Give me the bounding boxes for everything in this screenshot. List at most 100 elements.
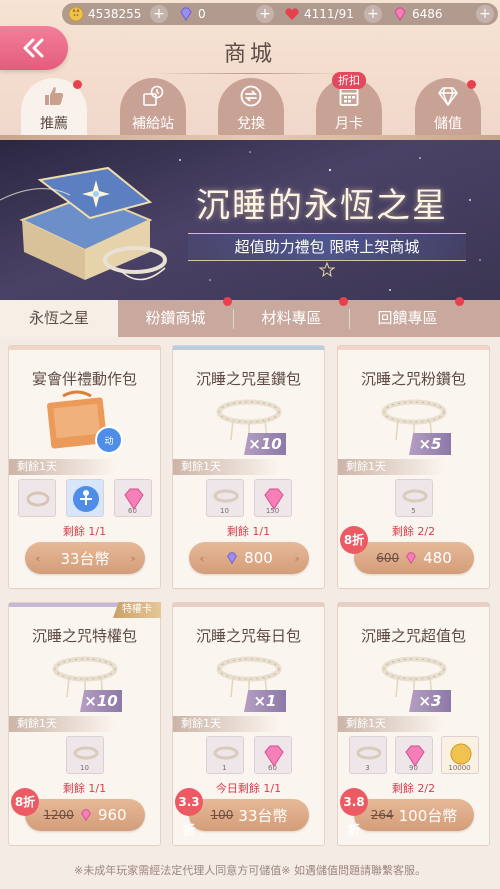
product-name: 沉睡之咒超值包 — [360, 627, 466, 645]
chevron-right-icon: ›› — [130, 552, 136, 565]
price: 33台幣 — [60, 549, 110, 568]
reward-item[interactable]: 5 — [394, 479, 433, 517]
reward-item[interactable] — [65, 479, 104, 517]
shop-header: 4538255 + 0 + 4111/91 + 6486 + 商城 推薦 補給站… — [0, 0, 500, 140]
quantity-label: ×10 — [244, 433, 286, 455]
item-count: 10 — [80, 764, 89, 772]
item-count: 10000 — [448, 764, 471, 772]
product-card-star-diamond-pack[interactable]: 沉睡之咒星鑽包 ×10 剩餘1天 10 150 剩餘 1/1 ‹‹ 800 ›› — [172, 345, 325, 589]
subtab-pink-diamond-shop[interactable]: 粉鑽商城 — [118, 300, 233, 337]
coin-balance: 4538255 — [68, 3, 141, 25]
reward-items: 5 — [338, 479, 489, 517]
purchase-limit: 剩餘 1/1 — [62, 525, 107, 538]
tab-supply-station[interactable]: 補給站 — [120, 78, 186, 136]
time-left-label: 剩餘1天 — [173, 716, 279, 732]
reward-item[interactable]: 3 — [348, 736, 387, 774]
pink-shop-notification-dot — [223, 297, 232, 306]
currency-bar: 4538255 + 0 + 4111/91 + 6486 + — [62, 3, 498, 25]
page-title: 商城 — [223, 42, 276, 67]
add-pink-diamond-button[interactable]: + — [476, 5, 494, 23]
add-hearts-button[interactable]: + — [364, 5, 382, 23]
reward-item[interactable]: 10 — [65, 736, 104, 774]
card-top-accent — [9, 346, 160, 350]
add-blue-diamond-button[interactable]: + — [256, 5, 274, 23]
buy-button[interactable]: 264 100台幣 — [354, 799, 474, 831]
reward-item[interactable]: 10000 — [440, 736, 479, 774]
product-name: 沉睡之咒粉鑽包 — [360, 370, 466, 388]
buy-button[interactable]: ‹‹ 33台幣 ›› — [25, 542, 145, 574]
subtab-rewards[interactable]: 回饋專區 — [350, 300, 465, 337]
monthly-card-discount-tag: 折扣 — [332, 72, 366, 89]
tab-supply-station-label: 補給站 — [132, 116, 174, 132]
subtab-eternal-star[interactable]: 永恆之星 — [0, 300, 118, 337]
pink-diamond-icon — [394, 7, 406, 21]
product-name: 沉睡之咒星鑽包 — [195, 370, 301, 388]
product-card-banquet-action-pack[interactable]: 宴會伴禮動作包 动 剩餘1天 60 剩餘 1/1 ‹‹ 33台幣 ›› — [8, 345, 161, 589]
time-left-label: 剩餘1天 — [338, 716, 444, 732]
buy-button[interactable]: 100 33台幣 — [189, 799, 309, 831]
subtab-materials[interactable]: 材料專區 — [234, 300, 349, 337]
purchase-limit: 剩餘 1/1 — [226, 525, 271, 538]
reward-item[interactable]: 60 — [253, 736, 292, 774]
card-top-accent — [338, 603, 489, 607]
product-name: 宴會伴禮動作包 — [31, 370, 137, 388]
reward-item[interactable] — [17, 479, 56, 517]
product-card-daily-pack[interactable]: 沉睡之咒每日包 ×1 剩餘1天 1 60 今日剩餘 1/1 100 33台幣 3… — [172, 602, 325, 846]
buy-button[interactable]: 600 480 — [354, 542, 474, 574]
reward-item[interactable]: 60 — [113, 479, 152, 517]
product-name: 沉睡之咒特權包 — [31, 627, 137, 645]
item-count: 5 — [411, 507, 416, 515]
coin-amount: 4538255 — [88, 7, 142, 21]
gift-box-illustration — [19, 166, 167, 281]
chevron-left-icon: ‹‹ — [199, 552, 205, 565]
original-price: 1200 — [43, 808, 74, 822]
banner-subtitle: 超值助力禮包 限時上架商城 — [188, 233, 466, 261]
svg-text:动: 动 — [104, 436, 113, 447]
category-tabs: 永恆之星 粉鑽商城 材料專區 回饋專區 — [0, 297, 500, 337]
product-card-pink-diamond-pack[interactable]: 沉睡之咒粉鑽包 ×5 剩餘1天 5 剩餘 2/2 600 480 8折 — [337, 345, 490, 589]
bracelet-icon — [26, 491, 49, 507]
card-top-accent — [173, 603, 324, 607]
event-banner[interactable]: 沉睡的永恆之星 超值助力禮包 限時上架商城 — [0, 140, 500, 300]
reward-item[interactable]: 10 — [205, 479, 244, 517]
original-price: 600 — [376, 551, 400, 565]
chevron-right-icon: ›› — [294, 552, 300, 565]
time-left-label: 剩餘1天 — [173, 459, 279, 475]
quantity-label: ×3 — [409, 690, 451, 712]
tab-top-up-label: 儲值 — [434, 116, 462, 132]
exchange-icon — [240, 85, 262, 107]
reward-item[interactable]: 1 — [205, 736, 244, 774]
materials-notification-dot — [339, 297, 348, 306]
chevron-left-icon: ‹‹ — [35, 552, 41, 565]
discount-badge: 3.3折 — [175, 788, 203, 837]
product-card-privilege-pack[interactable]: 特權卡 沉睡之咒特權包 ×10 剩餘1天 10 剩餘 1/1 1200 960 … — [8, 602, 161, 846]
tab-exchange-label: 兌換 — [237, 116, 265, 132]
thumbs-up-icon — [45, 87, 64, 105]
item-count: 10 — [220, 507, 229, 515]
clock-package-icon — [143, 85, 164, 106]
banner-title: 沉睡的永恆之星 — [196, 186, 448, 226]
original-price: 264 — [370, 808, 394, 822]
price: 960 — [97, 806, 127, 824]
heart-amount: 4111/91 — [304, 7, 354, 21]
blue-diamond-amount: 0 — [198, 7, 206, 21]
quantity-label: ×5 — [409, 433, 451, 455]
top-up-notification-dot — [467, 80, 476, 89]
tab-monthly-card-label: 月卡 — [335, 116, 363, 132]
reward-item[interactable]: 150 — [253, 479, 292, 517]
original-price: 100 — [210, 808, 234, 822]
item-count: 60 — [268, 764, 277, 772]
heart-balance: 4111/91 — [284, 3, 354, 25]
tab-exchange[interactable]: 兌換 — [218, 78, 284, 136]
buy-button[interactable]: ‹‹ 800 ›› — [189, 542, 309, 574]
reward-items: 1 60 — [173, 736, 324, 774]
product-card-value-pack[interactable]: 沉睡之咒超值包 ×3 剩餘1天 3 90 10000 剩餘 2/2 264 10… — [337, 602, 490, 846]
discount-badge: 8折 — [11, 788, 39, 816]
buy-button[interactable]: 1200 960 — [25, 799, 145, 831]
tab-recommend-label: 推薦 — [40, 116, 68, 132]
blue-diamond-icon — [227, 552, 238, 565]
reward-item[interactable]: 90 — [394, 736, 433, 774]
price: 33台幣 — [238, 806, 288, 825]
add-coins-button[interactable]: + — [150, 5, 168, 23]
price: 480 — [423, 549, 452, 567]
